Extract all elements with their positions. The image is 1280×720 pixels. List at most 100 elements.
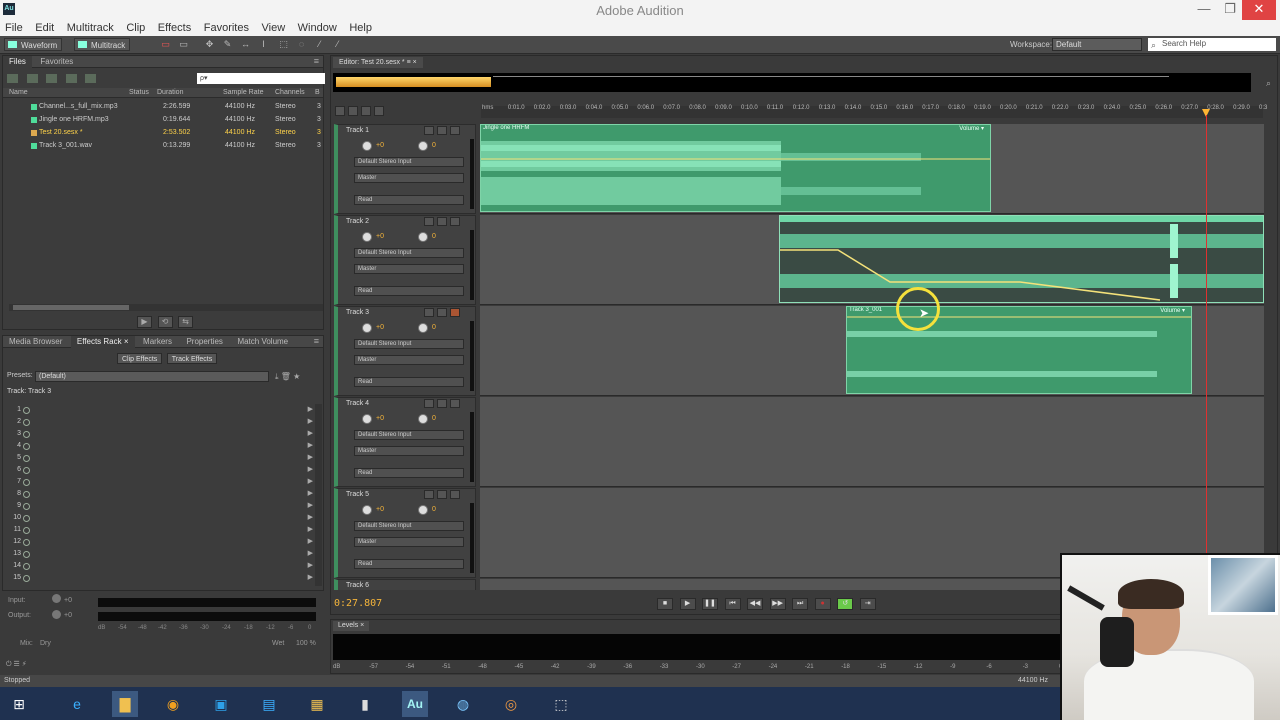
solo-button[interactable]: [437, 399, 447, 408]
fast-forward-button[interactable]: ▶▶: [769, 598, 786, 610]
panel-menu-icon[interactable]: ≡: [314, 336, 319, 346]
waveform-view-button[interactable]: Waveform: [4, 38, 63, 51]
slip-tool-icon[interactable]: ↔: [240, 39, 251, 50]
pan-knob[interactable]: [418, 141, 428, 151]
track-lane[interactable]: [480, 397, 1264, 487]
rack-slot[interactable]: 11 ▶: [7, 524, 313, 536]
power-icon[interactable]: [23, 431, 30, 438]
tab-properties[interactable]: Properties: [180, 336, 228, 348]
delete-file-icon[interactable]: [85, 74, 97, 83]
import-file-icon[interactable]: [46, 74, 58, 83]
col-channels[interactable]: Channels: [275, 88, 305, 98]
file-row[interactable]: Channel...s_full_mix.mp3 2:26.599 44100 …: [3, 101, 323, 113]
save-preset-icon[interactable]: ⤓: [275, 372, 279, 381]
menu-window[interactable]: Window: [293, 20, 342, 36]
solo-button[interactable]: [437, 490, 447, 499]
power-icon[interactable]: [23, 527, 30, 534]
rack-slot[interactable]: 13 ▶: [7, 548, 313, 560]
rack-slot[interactable]: 10 ▶: [7, 512, 313, 524]
loop-preview-icon[interactable]: ⟲: [157, 316, 173, 328]
sync-icon[interactable]: [335, 106, 345, 116]
go-to-start-button[interactable]: ⏮: [724, 598, 741, 610]
rack-slot[interactable]: 14 ▶: [7, 560, 313, 572]
col-b[interactable]: B: [315, 88, 320, 98]
playhead[interactable]: [1206, 115, 1207, 615]
snipping-tool-icon[interactable]: ⬚: [548, 691, 574, 717]
col-status[interactable]: Status: [129, 88, 149, 98]
zoom-navigator[interactable]: [333, 73, 1251, 92]
power-icon[interactable]: [23, 551, 30, 558]
input-select[interactable]: Default Stereo Input: [354, 521, 464, 531]
move-tool-icon[interactable]: ✥: [204, 39, 215, 50]
healing-brush-icon[interactable]: ⁄: [332, 39, 343, 50]
automation-mode-select[interactable]: Read: [354, 468, 464, 478]
metronome-icon[interactable]: [374, 106, 384, 116]
snap-icon[interactable]: [361, 106, 371, 116]
internet-explorer-icon[interactable]: e: [64, 691, 90, 717]
editor-tab[interactable]: Editor: Test 20.sesx * ≡ ×: [333, 57, 423, 68]
play-preview-icon[interactable]: ▶: [137, 316, 152, 328]
minimize-button[interactable]: —: [1190, 0, 1218, 20]
track-name[interactable]: Track 3: [346, 309, 369, 316]
slot-arrow-icon[interactable]: ▶: [308, 524, 313, 536]
volume-value[interactable]: +0: [376, 506, 384, 513]
slot-arrow-icon[interactable]: ▶: [308, 452, 313, 464]
lasso-tool-icon[interactable]: ◌: [296, 39, 307, 50]
folder-icon[interactable]: ▦: [304, 691, 330, 717]
rack-slot[interactable]: 8 ▶: [7, 488, 313, 500]
power-icon[interactable]: [23, 455, 30, 462]
store-icon[interactable]: ▣: [208, 691, 234, 717]
new-file-icon[interactable]: [7, 74, 18, 83]
file-row[interactable]: Jingle one HRFM.mp3 0:19.644 44100 Hz St…: [3, 114, 323, 126]
menu-clip[interactable]: Clip: [121, 20, 150, 36]
col-duration[interactable]: Duration: [157, 88, 183, 98]
pan-knob[interactable]: [418, 414, 428, 424]
close-button[interactable]: ✕: [1242, 0, 1276, 20]
windows-start-icon[interactable]: ⊞: [6, 691, 32, 717]
marquee-tool-icon[interactable]: ⬚: [278, 39, 289, 50]
scrollbar-thumb[interactable]: [13, 305, 129, 310]
input-select[interactable]: Default Stereo Input: [354, 248, 464, 258]
record-arm-button[interactable]: [450, 308, 460, 317]
solo-button[interactable]: [437, 308, 447, 317]
file-explorer-icon[interactable]: ▇: [112, 691, 138, 717]
delete-preset-icon[interactable]: 🗑: [281, 372, 291, 381]
pan-knob[interactable]: [418, 232, 428, 242]
record-arm-button[interactable]: [450, 490, 460, 499]
menu-view[interactable]: View: [257, 20, 291, 36]
track-name[interactable]: Track 2: [346, 218, 369, 225]
clip-jingle[interactable]: Jingle one HRFM Volume ▾: [480, 124, 991, 212]
power-icon[interactable]: [23, 467, 30, 474]
track-header[interactable]: Track 1 +0 0 Default Stereo Input Master…: [334, 124, 476, 214]
volume-value[interactable]: +0: [376, 142, 384, 149]
pan-value[interactable]: 0: [432, 142, 436, 149]
mute-button[interactable]: [424, 399, 434, 408]
files-horizontal-scrollbar[interactable]: [9, 304, 323, 311]
audio-app-icon[interactable]: ◉: [160, 691, 186, 717]
track-header[interactable]: Track 5 +0 0 Default Stereo Input Master…: [334, 488, 476, 578]
pause-button[interactable]: ❚❚: [702, 598, 719, 610]
razor-tool-icon[interactable]: ✎: [222, 39, 233, 50]
network-app-icon[interactable]: ◍: [450, 691, 476, 717]
track-header[interactable]: Track 2 +0 0 Default Stereo Input Master…: [334, 215, 476, 305]
tab-markers[interactable]: Markers: [137, 336, 178, 348]
mute-button[interactable]: [424, 217, 434, 226]
power-icon[interactable]: [23, 491, 30, 498]
open-file-icon[interactable]: [26, 74, 38, 83]
insert-file-icon[interactable]: [65, 74, 77, 83]
volume-value[interactable]: +0: [376, 233, 384, 240]
slot-arrow-icon[interactable]: ▶: [308, 428, 313, 440]
favorite-star-icon[interactable]: ★: [293, 372, 300, 381]
power-icon[interactable]: [23, 407, 30, 414]
rack-scrollbar[interactable]: [315, 404, 322, 586]
volume-knob[interactable]: [362, 141, 372, 151]
rack-slot[interactable]: 2 ▶: [7, 416, 313, 428]
rack-slot[interactable]: 15 ▶: [7, 572, 313, 584]
output-select[interactable]: Master: [354, 264, 464, 274]
automation-mode-select[interactable]: Read: [354, 559, 464, 569]
power-icon[interactable]: [23, 539, 30, 546]
pan-value[interactable]: 0: [432, 506, 436, 513]
pan-value[interactable]: 0: [432, 324, 436, 331]
menu-favorites[interactable]: Favorites: [199, 20, 254, 36]
clip-channel-mix[interactable]: [779, 215, 1264, 303]
